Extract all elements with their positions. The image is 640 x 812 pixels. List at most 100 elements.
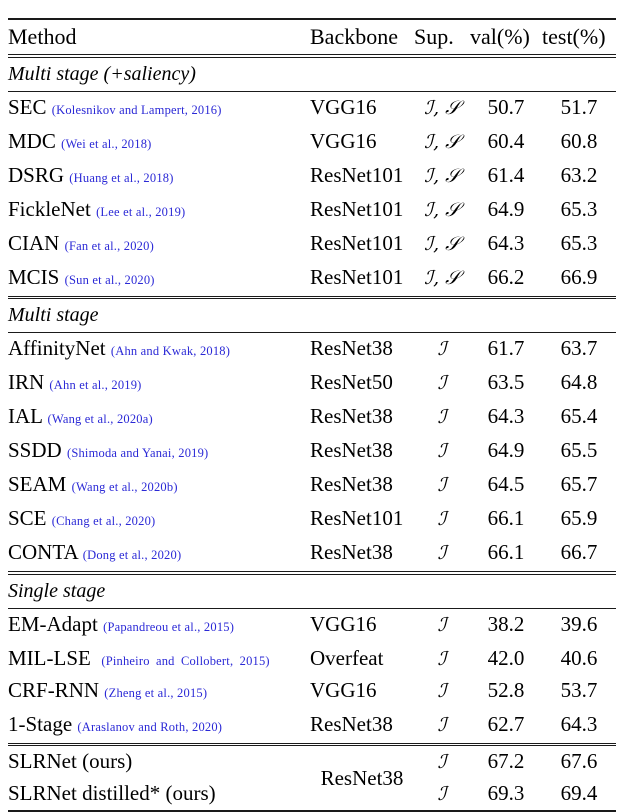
rule-bottom (8, 809, 616, 812)
citation: (Lee et al., 2019) (96, 204, 186, 219)
method-name: SEAM (8, 472, 67, 497)
method-name: CONTA (8, 540, 78, 565)
cell-sup: ℐ, 𝒮 (424, 130, 460, 153)
cell-test: 66.7 (560, 540, 598, 565)
cell-test: 39.6 (560, 611, 598, 636)
cell-test: 60.8 (560, 128, 598, 153)
cell-sup: ℐ (437, 440, 447, 463)
cell-val: 66.2 (487, 264, 525, 289)
cell-val: 64.3 (487, 230, 525, 255)
cell-backbone: Overfeat (310, 645, 384, 670)
method-name: SLRNet (ours) (8, 749, 133, 774)
cell-sup: ℐ (437, 783, 447, 806)
table-row: MCIS (Sun et al., 2020) ResNet101 ℐ, 𝒮 6… (8, 262, 616, 297)
cell-method: MDC (Wei et al., 2018) (8, 126, 310, 160)
citation: (Wang et al., 2020b) (71, 480, 178, 495)
cell-val: 64.5 (487, 472, 525, 497)
cell-backbone: ResNet101 (310, 230, 404, 255)
citation: (Araslanov and Roth, 2020) (77, 719, 223, 734)
cell-backbone: ResNet101 (310, 162, 404, 187)
cell-sup: ℐ, 𝒮 (424, 232, 460, 255)
cell-method: IRN (Ahn et al., 2019) (8, 367, 310, 401)
citation: (Kolesnikov and Lampert, 2016) (51, 102, 222, 117)
cell-sup: ℐ (437, 713, 447, 736)
cell-test: 53.7 (560, 677, 598, 702)
citation: (Ahn et al., 2019) (49, 378, 142, 393)
method-name: CIAN (8, 230, 60, 255)
table-row: CRF-RNN (Zheng et al., 2015) VGG16 ℐ 52.… (8, 675, 616, 709)
method-name: 1-Stage (8, 711, 73, 736)
cell-method: SLRNet (ours) (8, 746, 310, 779)
table-row: CIAN (Fan et al., 2020) ResNet101 ℐ, 𝒮 6… (8, 228, 616, 262)
cell-val: 66.1 (487, 540, 525, 565)
citation: (Huang et al., 2018) (69, 170, 174, 185)
section-title: Single stage (8, 579, 106, 602)
cell-method: AffinityNet (Ahn and Kwak, 2018) (8, 333, 310, 368)
citation: (Zheng et al., 2015) (104, 685, 208, 700)
cell-backbone: ResNet38 (310, 540, 393, 565)
method-name: SSDD (8, 438, 62, 463)
column-header-method: Method (8, 24, 77, 49)
cell-val: 50.7 (487, 94, 525, 119)
section-header-multi-stage-saliency: Multi stage (+saliency) (8, 57, 616, 91)
table-row: FickleNet (Lee et al., 2019) ResNet101 ℐ… (8, 194, 616, 228)
cell-sup: ℐ, 𝒮 (424, 164, 460, 187)
method-name: SEC (8, 94, 47, 119)
cell-val: 64.3 (487, 404, 525, 429)
cell-val: 69.3 (487, 781, 525, 806)
cell-val: 66.1 (487, 506, 525, 531)
column-header-backbone: Backbone (310, 24, 398, 49)
method-name: AffinityNet (8, 336, 106, 361)
cell-test: 64.8 (560, 370, 598, 395)
citation: (Ahn and Kwak, 2018) (110, 344, 231, 359)
table-row: MIL-LSE (Pinheiro and Collobert, 2015) O… (8, 643, 616, 675)
cell-val: 62.7 (487, 711, 525, 736)
citation: (Papandreou et al., 2015) (103, 619, 235, 634)
cell-method: SEAM (Wang et al., 2020b) (8, 469, 310, 503)
cell-val: 64.9 (487, 438, 525, 463)
cell-backbone: VGG16 (310, 677, 377, 702)
cell-sup: ℐ (437, 372, 447, 395)
citation: (Sun et al., 2020) (64, 272, 155, 287)
citation: (Chang et al., 2020) (51, 514, 156, 529)
citation: (Dong et al., 2020) (82, 548, 182, 563)
cell-val: 61.4 (487, 162, 525, 187)
method-name: IAL (8, 404, 43, 429)
cell-backbone: ResNet38 (310, 336, 393, 361)
cell-backbone: ResNet101 (310, 506, 404, 531)
cell-test: 40.6 (560, 645, 598, 670)
cell-val: 60.4 (487, 128, 525, 153)
column-header-test: test(%) (542, 24, 606, 49)
cell-method: MIL-LSE (Pinheiro and Collobert, 2015) (8, 643, 310, 675)
cell-method: EM-Adapt (Papandreou et al., 2015) (8, 608, 310, 643)
cell-sup: ℐ (437, 647, 447, 670)
method-name: DSRG (8, 162, 65, 187)
cell-val: 67.2 (487, 749, 525, 774)
table-row: SEC (Kolesnikov and Lampert, 2016) VGG16… (8, 91, 616, 126)
cell-sup: ℐ (437, 542, 447, 565)
cell-test: 65.7 (560, 472, 598, 497)
table-row: SCE (Chang et al., 2020) ResNet101 ℐ 66.… (8, 503, 616, 537)
cell-method: 1-Stage (Araslanov and Roth, 2020) (8, 709, 310, 744)
cell-backbone: ResNet38 (310, 472, 393, 497)
cell-test: 65.3 (560, 196, 598, 221)
citation: (Fan et al., 2020) (64, 238, 154, 253)
cell-backbone: ResNet38 (310, 711, 393, 736)
cell-backbone: VGG16 (310, 611, 377, 636)
cell-sup: ℐ, 𝒮 (424, 198, 460, 221)
table-row: CONTA (Dong et al., 2020) ResNet38 ℐ 66.… (8, 537, 616, 572)
table-row: DSRG (Huang et al., 2018) ResNet101 ℐ, 𝒮… (8, 160, 616, 194)
cell-test: 64.3 (560, 711, 598, 736)
method-name: FickleNet (8, 196, 91, 221)
table-row-ours: SLRNet (ours) ResNet38 ℐ 67.2 67.6 (8, 746, 616, 790)
citation: (Wang et al., 2020a) (47, 412, 153, 427)
cell-backbone-merged: ResNet38 (320, 765, 404, 790)
cell-test: 65.5 (560, 438, 598, 463)
table-header-row: Method Backbone Sup. val(%) test(%) (8, 19, 616, 55)
cell-backbone: ResNet101 (310, 264, 404, 289)
cell-test: 69.4 (560, 781, 598, 806)
cell-sup: ℐ, 𝒮 (424, 266, 460, 289)
cell-test: 63.7 (560, 336, 598, 361)
column-header-val: val(%) (470, 24, 530, 49)
method-name: EM-Adapt (8, 611, 98, 636)
